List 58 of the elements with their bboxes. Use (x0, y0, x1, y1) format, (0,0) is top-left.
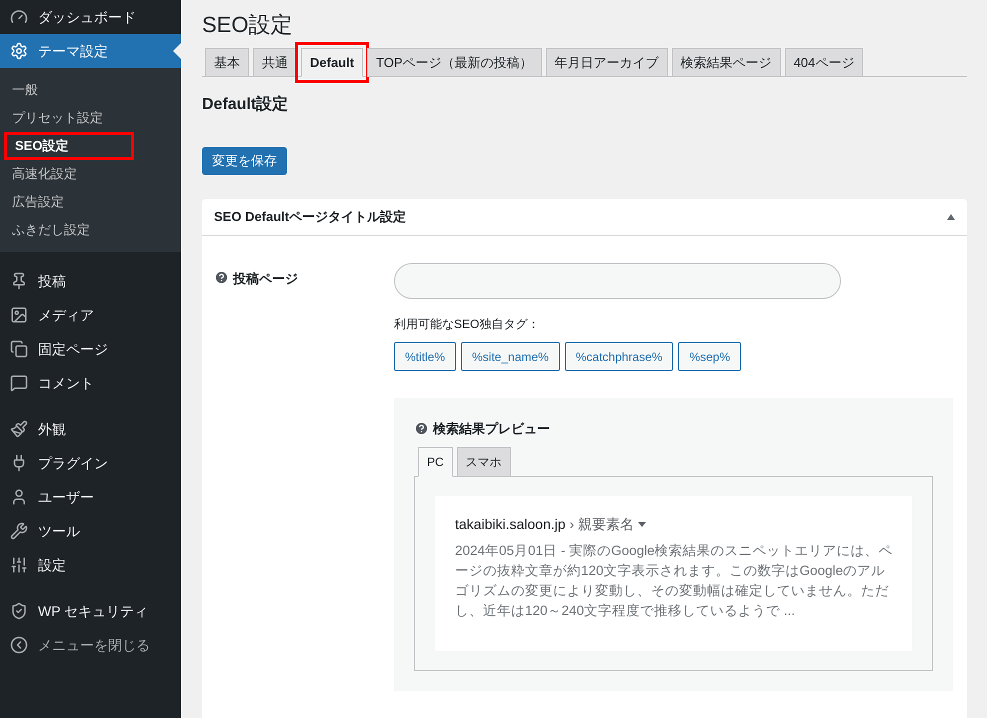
collapse-icon (10, 636, 28, 654)
submenu-item[interactable]: ふきだし設定 (4, 216, 177, 244)
menu-item[interactable]: コメント (0, 366, 181, 400)
tab[interactable]: 基本 (205, 48, 249, 77)
tags-label: 利用可能なSEO独自タグ： (394, 316, 540, 333)
field-label: 投稿ページ (233, 270, 298, 288)
menu-item[interactable]: 設定 (0, 548, 181, 582)
save-button[interactable]: 変更を保存 (202, 147, 287, 175)
menu-item[interactable]: ダッシュボード (0, 0, 181, 34)
shield-icon (10, 602, 28, 620)
result-snippet: 2024年05月01日 - 実際のGoogle検索結果のスニペットエリアには、ページの抜粋文章が約120文字表示されます。この数字はGoogleのアルゴリズムの変更により変動し、その変動幅は確定していません。ただし、近年は120～240文字程度で推移しているようで ... (455, 542, 894, 620)
menu-item[interactable]: 投稿 (0, 264, 181, 298)
section-heading: Default設定 (202, 94, 290, 115)
panel-title: SEO Defaultページタイトル設定 (214, 208, 406, 226)
media-icon (10, 306, 28, 324)
help-icon[interactable] (414, 421, 429, 436)
menu-item[interactable]: WP セキュリティ (0, 594, 181, 628)
brush-icon (10, 420, 28, 438)
submenu-item[interactable]: 高速化設定 (4, 160, 177, 188)
tag-button[interactable]: %catchphrase% (564, 342, 674, 371)
collapse-menu-item[interactable]: メニューを閉じる (0, 628, 181, 662)
settings-icon (10, 42, 28, 60)
tab[interactable]: 404ページ (784, 48, 864, 77)
tag-button[interactable]: %title% (394, 342, 456, 371)
menu-item[interactable]: ユーザー (0, 480, 181, 514)
pin-icon (10, 272, 28, 290)
gauge-icon (10, 8, 28, 26)
tab[interactable]: スマホ (456, 446, 511, 476)
menu-item[interactable]: ツール (0, 514, 181, 548)
tab[interactable]: PC (418, 446, 453, 476)
menu-item[interactable]: テーマ設定 (0, 34, 181, 68)
submenu-item[interactable]: 広告設定 (4, 188, 177, 216)
user-icon (10, 488, 28, 506)
tab[interactable]: 年月日アーカイブ (546, 48, 668, 77)
dropdown-caret-icon (638, 522, 646, 526)
tab[interactable]: TOPページ（最新の投稿） (367, 48, 542, 77)
wrench-icon (10, 522, 28, 540)
tab[interactable]: 共通 (253, 48, 297, 77)
breadcrumb: › 親要素名 (570, 514, 634, 534)
tab[interactable]: 検索結果ページ (672, 48, 781, 77)
tag-button[interactable]: %sep% (678, 342, 742, 371)
submenu-item[interactable]: SEO設定 (4, 132, 134, 160)
tag-button[interactable]: %site_name% (461, 342, 560, 371)
menu-item[interactable]: 固定ページ (0, 332, 181, 366)
collapse-toggle-icon[interactable] (947, 214, 955, 220)
menu-item[interactable]: 外観 (0, 412, 181, 446)
menu-item[interactable]: メディア (0, 298, 181, 332)
sliders-icon (10, 556, 28, 574)
comment-icon (10, 374, 28, 392)
input-field[interactable] (394, 263, 841, 299)
page-title: SEO設定 (202, 11, 294, 39)
preview-title: 検索結果プレビュー (433, 420, 550, 438)
current-pointer-icon (173, 43, 181, 59)
menu-item[interactable]: プラグイン (0, 446, 181, 480)
submenu-item[interactable]: 一般 (4, 76, 177, 104)
help-icon[interactable] (214, 270, 229, 285)
result-url: takaibiki.saloon.jp (455, 514, 566, 534)
submenu-item[interactable]: プリセット設定 (4, 104, 177, 132)
